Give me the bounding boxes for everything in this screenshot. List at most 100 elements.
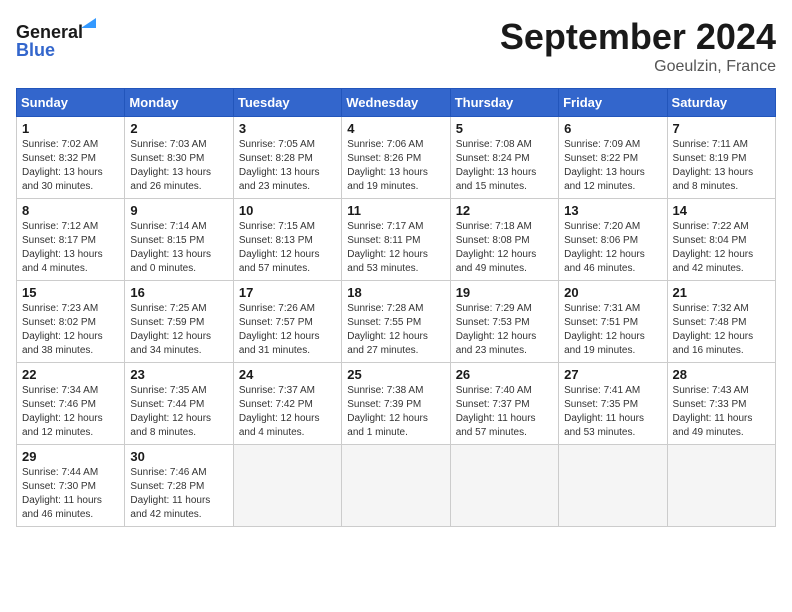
daylight: Daylight: 12 hours and 53 minutes.: [347, 248, 444, 276]
calendar-cell: 5 Sunrise: 7:08 AM Sunset: 8:24 PM Dayli…: [450, 117, 558, 199]
daylight: Daylight: 12 hours and 23 minutes.: [456, 330, 553, 358]
sunrise: Sunrise: 7:41 AM: [564, 384, 661, 398]
sunset: Sunset: 7:48 PM: [673, 316, 770, 330]
daylight: Daylight: 12 hours and 8 minutes.: [130, 412, 227, 440]
calendar-cell: 14 Sunrise: 7:22 AM Sunset: 8:04 PM Dayl…: [667, 199, 775, 281]
sunrise: Sunrise: 7:03 AM: [130, 138, 227, 152]
sunrise: Sunrise: 7:29 AM: [456, 302, 553, 316]
sunrise: Sunrise: 7:35 AM: [130, 384, 227, 398]
sunset: Sunset: 7:51 PM: [564, 316, 661, 330]
day-number: 12: [456, 203, 553, 218]
calendar-cell: 4 Sunrise: 7:06 AM Sunset: 8:26 PM Dayli…: [342, 117, 450, 199]
daylight: Daylight: 12 hours and 1 minute.: [347, 412, 444, 440]
day-info: Sunrise: 7:22 AM Sunset: 8:04 PM Dayligh…: [673, 220, 770, 276]
sunrise: Sunrise: 7:37 AM: [239, 384, 336, 398]
day-number: 8: [22, 203, 119, 218]
sunrise: Sunrise: 7:46 AM: [130, 466, 227, 480]
day-info: Sunrise: 7:46 AM Sunset: 7:28 PM Dayligh…: [130, 466, 227, 522]
sunset: Sunset: 8:02 PM: [22, 316, 119, 330]
day-number: 18: [347, 285, 444, 300]
calendar-week-3: 15 Sunrise: 7:23 AM Sunset: 8:02 PM Dayl…: [17, 281, 776, 363]
day-number: 6: [564, 121, 661, 136]
day-info: Sunrise: 7:23 AM Sunset: 8:02 PM Dayligh…: [22, 302, 119, 358]
sunset: Sunset: 7:37 PM: [456, 398, 553, 412]
calendar-cell: 15 Sunrise: 7:23 AM Sunset: 8:02 PM Dayl…: [17, 281, 125, 363]
calendar-cell: [342, 445, 450, 527]
daylight: Daylight: 13 hours and 15 minutes.: [456, 166, 553, 194]
calendar-cell: 3 Sunrise: 7:05 AM Sunset: 8:28 PM Dayli…: [233, 117, 341, 199]
sunset: Sunset: 7:33 PM: [673, 398, 770, 412]
day-number: 25: [347, 367, 444, 382]
calendar-cell: 2 Sunrise: 7:03 AM Sunset: 8:30 PM Dayli…: [125, 117, 233, 199]
sunrise: Sunrise: 7:17 AM: [347, 220, 444, 234]
sunrise: Sunrise: 7:28 AM: [347, 302, 444, 316]
day-number: 11: [347, 203, 444, 218]
daylight: Daylight: 12 hours and 42 minutes.: [673, 248, 770, 276]
day-info: Sunrise: 7:34 AM Sunset: 7:46 PM Dayligh…: [22, 384, 119, 440]
sunset: Sunset: 8:26 PM: [347, 152, 444, 166]
sunrise: Sunrise: 7:40 AM: [456, 384, 553, 398]
svg-text:Blue: Blue: [16, 40, 55, 60]
day-info: Sunrise: 7:40 AM Sunset: 7:37 PM Dayligh…: [456, 384, 553, 440]
weekday-header-saturday: Saturday: [667, 89, 775, 117]
sunrise: Sunrise: 7:31 AM: [564, 302, 661, 316]
calendar-cell: 11 Sunrise: 7:17 AM Sunset: 8:11 PM Dayl…: [342, 199, 450, 281]
calendar-cell: 19 Sunrise: 7:29 AM Sunset: 7:53 PM Dayl…: [450, 281, 558, 363]
daylight: Daylight: 12 hours and 49 minutes.: [456, 248, 553, 276]
sunrise: Sunrise: 7:08 AM: [456, 138, 553, 152]
sunset: Sunset: 8:17 PM: [22, 234, 119, 248]
calendar-cell: 13 Sunrise: 7:20 AM Sunset: 8:06 PM Dayl…: [559, 199, 667, 281]
daylight: Daylight: 13 hours and 12 minutes.: [564, 166, 661, 194]
day-info: Sunrise: 7:15 AM Sunset: 8:13 PM Dayligh…: [239, 220, 336, 276]
sunset: Sunset: 7:30 PM: [22, 480, 119, 494]
sunset: Sunset: 8:15 PM: [130, 234, 227, 248]
sunrise: Sunrise: 7:23 AM: [22, 302, 119, 316]
sunrise: Sunrise: 7:02 AM: [22, 138, 119, 152]
day-number: 1: [22, 121, 119, 136]
calendar-table: SundayMondayTuesdayWednesdayThursdayFrid…: [16, 88, 776, 527]
day-number: 16: [130, 285, 227, 300]
calendar-cell: 28 Sunrise: 7:43 AM Sunset: 7:33 PM Dayl…: [667, 363, 775, 445]
day-info: Sunrise: 7:11 AM Sunset: 8:19 PM Dayligh…: [673, 138, 770, 194]
daylight: Daylight: 13 hours and 0 minutes.: [130, 248, 227, 276]
sunset: Sunset: 7:57 PM: [239, 316, 336, 330]
sunrise: Sunrise: 7:14 AM: [130, 220, 227, 234]
day-number: 13: [564, 203, 661, 218]
day-info: Sunrise: 7:25 AM Sunset: 7:59 PM Dayligh…: [130, 302, 227, 358]
sunset: Sunset: 8:06 PM: [564, 234, 661, 248]
day-number: 10: [239, 203, 336, 218]
day-info: Sunrise: 7:26 AM Sunset: 7:57 PM Dayligh…: [239, 302, 336, 358]
daylight: Daylight: 11 hours and 57 minutes.: [456, 412, 553, 440]
day-info: Sunrise: 7:41 AM Sunset: 7:35 PM Dayligh…: [564, 384, 661, 440]
calendar-cell: 17 Sunrise: 7:26 AM Sunset: 7:57 PM Dayl…: [233, 281, 341, 363]
daylight: Daylight: 13 hours and 19 minutes.: [347, 166, 444, 194]
day-info: Sunrise: 7:20 AM Sunset: 8:06 PM Dayligh…: [564, 220, 661, 276]
day-number: 15: [22, 285, 119, 300]
title-block: September 2024 Goeulzin, France: [500, 16, 776, 76]
day-info: Sunrise: 7:09 AM Sunset: 8:22 PM Dayligh…: [564, 138, 661, 194]
sunset: Sunset: 7:42 PM: [239, 398, 336, 412]
day-number: 17: [239, 285, 336, 300]
daylight: Daylight: 12 hours and 31 minutes.: [239, 330, 336, 358]
daylight: Daylight: 13 hours and 4 minutes.: [22, 248, 119, 276]
calendar-cell: 24 Sunrise: 7:37 AM Sunset: 7:42 PM Dayl…: [233, 363, 341, 445]
day-info: Sunrise: 7:38 AM Sunset: 7:39 PM Dayligh…: [347, 384, 444, 440]
day-number: 30: [130, 449, 227, 464]
page-header: General Blue September 2024 Goeulzin, Fr…: [16, 16, 776, 76]
day-number: 5: [456, 121, 553, 136]
sunrise: Sunrise: 7:11 AM: [673, 138, 770, 152]
day-info: Sunrise: 7:32 AM Sunset: 7:48 PM Dayligh…: [673, 302, 770, 358]
calendar-cell: 21 Sunrise: 7:32 AM Sunset: 7:48 PM Dayl…: [667, 281, 775, 363]
day-info: Sunrise: 7:29 AM Sunset: 7:53 PM Dayligh…: [456, 302, 553, 358]
daylight: Daylight: 11 hours and 49 minutes.: [673, 412, 770, 440]
day-number: 26: [456, 367, 553, 382]
sunset: Sunset: 7:39 PM: [347, 398, 444, 412]
sunset: Sunset: 8:22 PM: [564, 152, 661, 166]
calendar-cell: 12 Sunrise: 7:18 AM Sunset: 8:08 PM Dayl…: [450, 199, 558, 281]
sunset: Sunset: 7:35 PM: [564, 398, 661, 412]
day-number: 27: [564, 367, 661, 382]
sunset: Sunset: 7:55 PM: [347, 316, 444, 330]
calendar-cell: [559, 445, 667, 527]
daylight: Daylight: 11 hours and 46 minutes.: [22, 494, 119, 522]
sunrise: Sunrise: 7:05 AM: [239, 138, 336, 152]
